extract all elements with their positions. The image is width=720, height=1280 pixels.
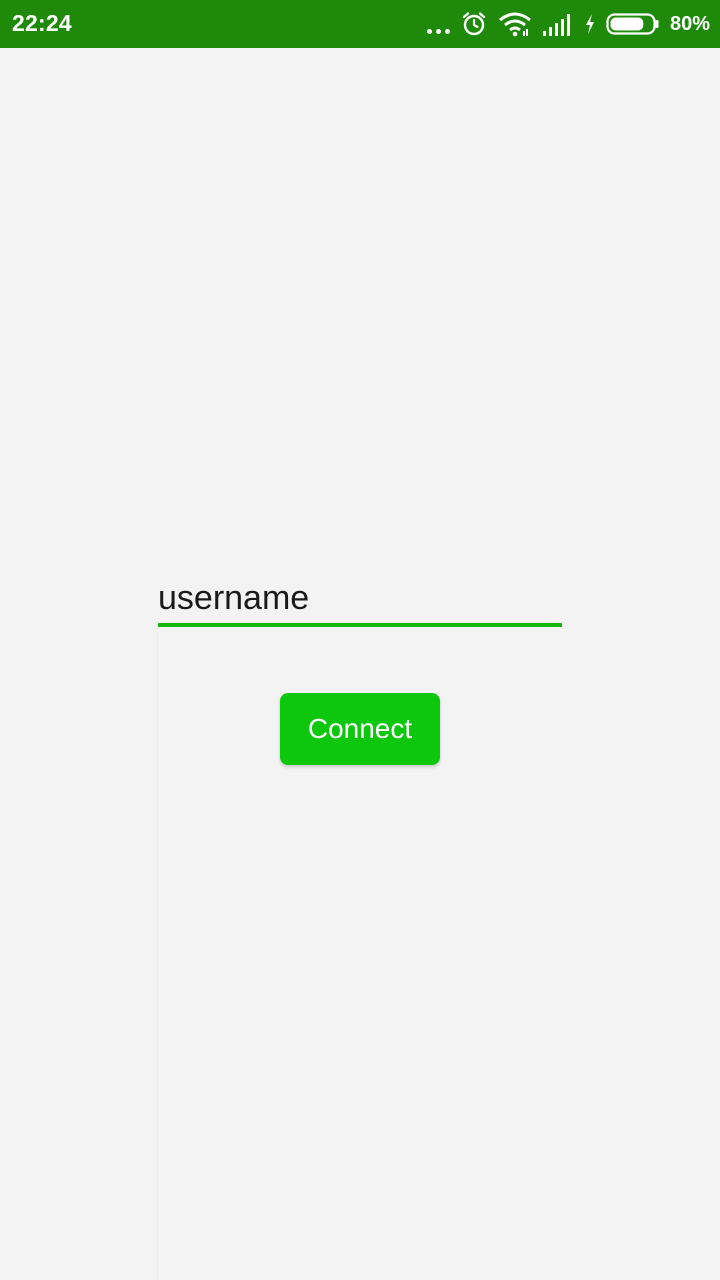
- battery-icon: [606, 13, 659, 35]
- divider: [157, 628, 158, 1280]
- status-time: 22:24: [12, 10, 72, 36]
- username-field[interactable]: [158, 572, 562, 628]
- username-input[interactable]: [158, 572, 562, 624]
- battery-percentage: 80%: [669, 12, 710, 35]
- cellular-signal-icon: [542, 14, 570, 36]
- username-underline: [158, 623, 562, 627]
- charging-icon: [585, 14, 594, 34]
- more-notifications-icon: [426, 8, 450, 40]
- connect-button[interactable]: Connect: [280, 693, 440, 765]
- wifi-icon: [499, 12, 531, 37]
- status-icons: 80%: [426, 8, 710, 40]
- status-bar: 22:24 80%: [0, 0, 720, 48]
- alarm-icon: [462, 12, 486, 36]
